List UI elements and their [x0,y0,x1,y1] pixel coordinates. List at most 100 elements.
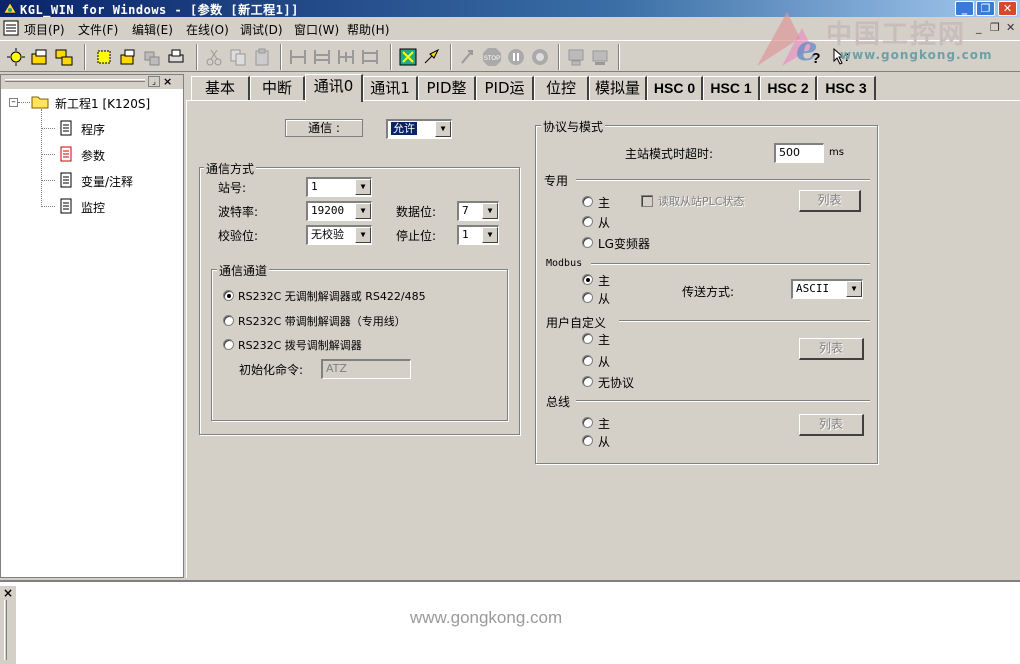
save-icon[interactable] [54,47,74,67]
parity-select[interactable]: 无校验 ▼ [306,225,372,245]
dropdown-arrow-icon[interactable]: ▼ [355,227,371,243]
tab-interrupt[interactable]: 中断 [250,76,305,100]
download-icon[interactable] [566,47,586,67]
station-select[interactable]: 1 ▼ [306,177,372,197]
connect-icon[interactable] [422,47,442,67]
tab-hsc0[interactable]: HSC 0 [647,76,703,100]
dropdown-arrow-icon[interactable]: ▼ [482,227,498,243]
tab-comm1[interactable]: 通讯1 [363,76,418,100]
open-icon[interactable] [30,47,50,67]
databits-select[interactable]: 7 ▼ [457,201,499,221]
user-master-label[interactable]: 主 [598,331,610,348]
tab-basic[interactable]: 基本 [191,76,250,100]
dropdown-arrow-icon[interactable]: ▼ [355,203,371,219]
user-no-protocol-label[interactable]: 无协议 [598,374,634,391]
timeout-input[interactable]: 500 [774,143,824,163]
mdi-minimize-button[interactable]: _ [976,21,982,34]
comm-enable-select[interactable]: 允许 ▼ [386,119,452,139]
user-defined-list-button[interactable]: 列表 [799,338,864,360]
user-slave-radio[interactable] [582,355,593,366]
user-no-protocol-radio[interactable] [582,376,593,387]
menu-project[interactable]: 项目(P) [24,21,65,38]
bus-master-radio[interactable] [582,417,593,428]
tree-expander[interactable]: – [9,98,18,107]
channel-radio-leased-modem[interactable] [223,315,234,326]
tab-analog[interactable]: 模拟量 [589,76,647,100]
mdi-close-button[interactable]: ✕ [1006,21,1015,34]
user-master-radio[interactable] [582,333,593,344]
open-program-icon[interactable] [118,47,138,67]
output-grip[interactable] [4,600,7,660]
monitor-icon[interactable] [530,47,550,67]
channel-radio-no-modem[interactable] [223,290,234,301]
dedicated-slave-radio[interactable] [582,216,593,227]
modbus-slave-radio[interactable] [582,292,593,303]
baud-select[interactable]: 19200 ▼ [306,201,372,221]
close-button[interactable]: ✕ [998,1,1017,16]
dropdown-arrow-icon[interactable]: ▼ [482,203,498,219]
tree-item-monitor[interactable]: 监控 [81,199,105,216]
modbus-slave-label[interactable]: 从 [598,290,610,307]
user-slave-label[interactable]: 从 [598,353,610,370]
dedicated-lg-inverter-label[interactable]: LG变频器 [598,235,650,252]
new-program-icon[interactable] [94,47,114,67]
tab-comm0[interactable]: 通讯0 [305,74,363,102]
stopbits-select[interactable]: 1 ▼ [457,225,499,245]
ladder-branch-icon[interactable] [360,47,380,67]
cut-icon[interactable] [204,47,224,67]
dedicated-master-radio[interactable] [582,196,593,207]
dropdown-arrow-icon[interactable]: ▼ [846,281,862,297]
copy-icon[interactable] [228,47,248,67]
read-slave-status-label[interactable]: 读取从站PLC状态 [658,193,744,209]
pause-icon[interactable] [506,47,526,67]
bus-slave-label[interactable]: 从 [598,433,610,450]
dedicated-slave-label[interactable]: 从 [598,214,610,231]
channel-option-dialup-modem[interactable]: RS232C 拨号调制解调器 [238,337,362,353]
menu-file[interactable]: 文件(F) [78,21,118,38]
menu-online[interactable]: 在线(O) [186,21,229,38]
ladder-contact-icon[interactable] [288,47,308,67]
tab-position[interactable]: 位控 [534,76,589,100]
channel-radio-dialup-modem[interactable] [223,339,234,350]
channel-option-no-modem[interactable]: RS232C 无调制解调器或 RS422/485 [238,288,426,304]
init-command-input[interactable]: ATZ [321,359,411,379]
tab-hsc3[interactable]: HSC 3 [817,76,876,100]
ladder-rung-icon[interactable] [336,47,356,67]
tree-item-program[interactable]: 程序 [81,121,105,138]
tab-pid-tuning[interactable]: PID整定 [418,76,476,119]
maximize-button[interactable]: ❐ [976,1,995,16]
ladder-coil-icon[interactable] [312,47,332,67]
tree-collapse-button[interactable]: ⌟ [148,76,160,87]
bus-master-label[interactable]: 主 [598,415,610,432]
read-slave-status-checkbox[interactable] [641,195,653,207]
menu-window[interactable]: 窗口(W) [294,21,339,38]
modbus-master-radio[interactable] [582,274,593,285]
dedicated-master-label[interactable]: 主 [598,194,610,211]
tab-hsc1[interactable]: HSC 1 [703,76,760,100]
dropdown-arrow-icon[interactable]: ▼ [355,179,371,195]
run-icon[interactable] [458,47,478,67]
tree-close-button[interactable]: × [163,75,172,88]
mdi-restore-button[interactable]: ❐ [990,21,1000,34]
upload-icon[interactable] [590,47,610,67]
bus-slave-radio[interactable] [582,435,593,446]
tree-grip[interactable] [5,79,145,82]
menu-edit[interactable]: 编辑(E) [132,21,173,38]
compile-icon[interactable] [398,47,418,67]
tab-hsc2[interactable]: HSC 2 [760,76,817,100]
print-icon[interactable] [166,47,186,67]
menu-help[interactable]: 帮助(H) [347,21,389,38]
dropdown-arrow-icon[interactable]: ▼ [435,121,451,137]
dedicated-lg-inverter-radio[interactable] [582,237,593,248]
modbus-master-label[interactable]: 主 [598,272,610,289]
document-icon[interactable] [3,20,19,36]
paste-icon[interactable] [252,47,272,67]
transmit-mode-select[interactable]: ASCII ▼ [791,279,863,299]
tree-item-variable[interactable]: 变量/注释 [81,173,133,190]
tree-item-project[interactable]: 新工程1 [K120S] [55,95,150,112]
channel-option-leased-modem[interactable]: RS232C 带调制解调器（专用线） [238,313,406,329]
save-program-icon[interactable] [142,47,162,67]
new-icon[interactable] [6,47,26,67]
tab-pid-operation[interactable]: PID运算 [476,76,534,119]
bus-list-button[interactable]: 列表 [799,414,864,436]
